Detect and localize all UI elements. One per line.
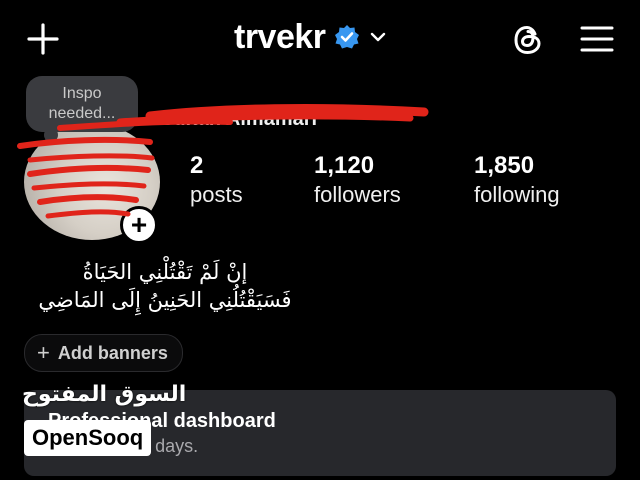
followers-label: followers — [314, 182, 401, 207]
followers-count: 1,120 — [314, 152, 375, 179]
add-banners-button[interactable]: + Add banners — [24, 334, 183, 372]
note-text-line1: Inspo — [62, 85, 102, 102]
plus-icon — [27, 23, 59, 55]
account-switcher[interactable]: trvekr — [234, 14, 388, 60]
chevron-down-icon — [370, 32, 385, 42]
note-bubble[interactable]: Inspo needed... — [26, 76, 138, 132]
watermark-logo: OpenSooq — [24, 420, 152, 456]
following-stat[interactable]: 1,850 following — [474, 152, 560, 210]
posts-count: 2 — [190, 152, 204, 179]
profile-bio: إنْ لَمْ تَقْتُلْنِي الحَيَاةُ فَسَيَقْت… — [0, 258, 330, 314]
plus-icon: + — [37, 340, 50, 365]
threads-button[interactable] — [508, 20, 548, 60]
create-button[interactable] — [24, 20, 62, 58]
add-banners-label: Add banners — [57, 342, 168, 363]
threads-icon — [514, 25, 541, 55]
profile-full-name: Sultan Almamari — [160, 108, 318, 130]
hamburger-menu-icon — [580, 26, 614, 52]
menu-button[interactable] — [578, 20, 616, 58]
posts-label: posts — [190, 182, 243, 207]
verified-badge-icon — [334, 25, 359, 49]
following-label: following — [474, 182, 560, 207]
username: trvekr — [234, 17, 326, 56]
bio-line: إنْ لَمْ تَقْتُلْنِي الحَيَاةُ — [82, 260, 248, 284]
plus-icon: + — [130, 209, 148, 240]
followers-stat[interactable]: 1,120 followers — [314, 152, 401, 210]
watermark-arabic: السوق المفتوح — [22, 382, 187, 407]
watermark-brand: OpenSooq — [32, 425, 144, 450]
posts-stat[interactable]: 2 posts — [190, 152, 243, 210]
bio-line: فَسَيَقْتُلُنِي الحَنِينُ إِلَى المَاضِي — [38, 288, 292, 312]
note-text-line2: needed... — [48, 105, 116, 122]
add-story-button[interactable]: + — [120, 206, 158, 244]
following-count: 1,850 — [474, 152, 535, 179]
